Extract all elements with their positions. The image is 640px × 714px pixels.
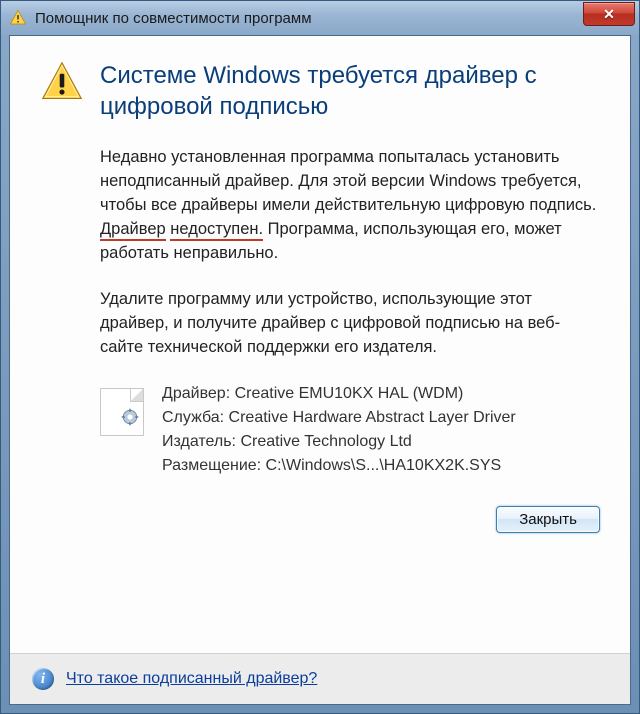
message-text: Недавно установленная программа попытала… [100,148,596,214]
footer-bar: i Что такое подписанный драйвер? [10,653,630,704]
detail-driver: Драйвер: Creative EMU10KX HAL (WDM) [162,382,516,406]
warning-icon [40,60,84,109]
highlighted-text: Драйвер [100,220,166,241]
window-title: Помощник по совместимости программ [35,10,583,27]
window-frame: Системе Windows требуется драйвер с цифр… [1,35,639,713]
detail-publisher: Издатель: Creative Technology Ltd [162,430,516,454]
warning-icon [9,9,27,27]
close-button[interactable]: Закрыть [496,506,600,533]
window-close-button[interactable]: ✕ [583,2,635,26]
titlebar[interactable]: Помощник по совместимости программ ✕ [1,1,639,35]
info-icon: i [32,668,54,690]
header-row: Системе Windows требуется драйвер с цифр… [40,60,600,122]
gear-icon [121,408,139,431]
detail-service: Служба: Creative Hardware Abstract Layer… [162,406,516,430]
detail-location: Размещение: C:\Windows\S...\HA10KX2K.SYS [162,454,516,478]
dialog-window: Помощник по совместимости программ ✕ [0,0,640,714]
highlighted-text: недоступен. [170,220,263,241]
message-paragraph-2: Удалите программу или устройство, исполь… [100,288,600,360]
main-area: Системе Windows требуется драйвер с цифр… [10,36,630,653]
driver-details-row: Драйвер: Creative EMU10KX HAL (WDM) Служ… [100,382,600,478]
dialog-heading: Системе Windows требуется драйвер с цифр… [100,60,600,122]
button-row: Закрыть [100,506,600,533]
content-panel: Системе Windows требуется драйвер с цифр… [9,35,631,705]
help-link[interactable]: Что такое подписанный драйвер? [66,670,317,688]
driver-details: Драйвер: Creative EMU10KX HAL (WDM) Служ… [162,382,516,478]
file-icon [100,388,144,436]
close-icon: ✕ [603,6,615,23]
message-paragraph-1: Недавно установленная программа попытала… [100,146,600,266]
